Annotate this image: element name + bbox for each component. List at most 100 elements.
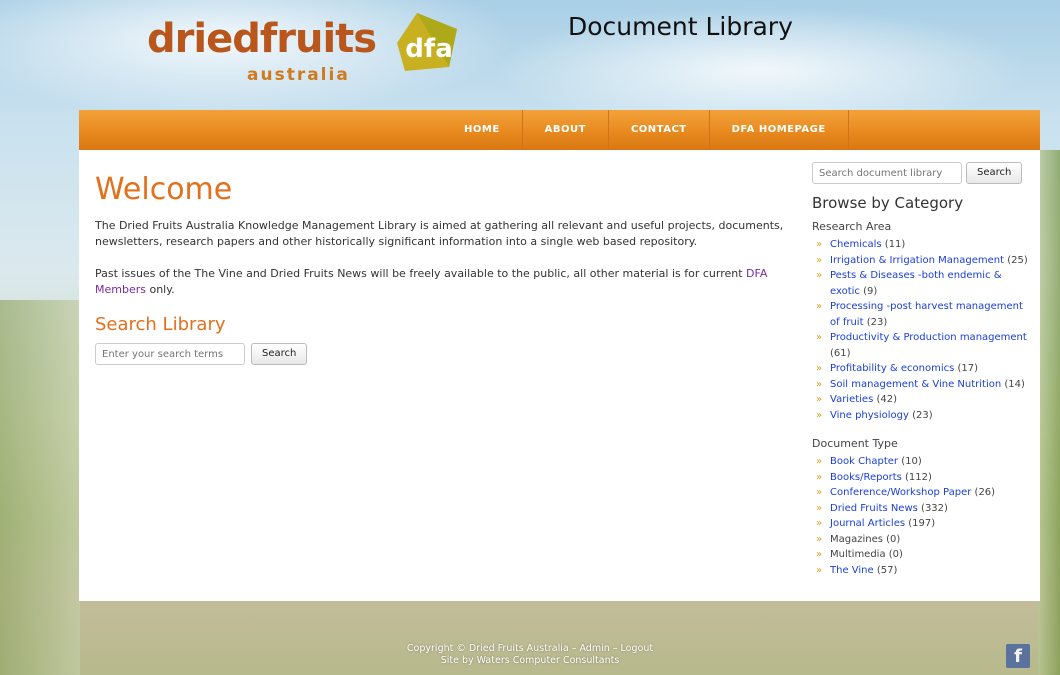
category-link[interactable]: Books/Reports [830, 472, 902, 483]
category-link[interactable]: Conference/Workshop Paper [830, 487, 971, 498]
library-search-input[interactable] [95, 343, 245, 365]
browse-heading: Browse by Category [812, 194, 964, 212]
chevron-right-icon: » [816, 564, 823, 576]
category-link[interactable]: Soil management & Vine Nutrition [830, 379, 1001, 390]
chevron-right-icon: » [816, 549, 823, 560]
list-item: » Conference/Workshop Paper (26) [812, 485, 1032, 501]
nav-about[interactable]: ABOUT [523, 110, 609, 150]
category-count: (17) [957, 363, 979, 374]
search-library-heading: Search Library [95, 314, 226, 335]
list-item: » Processing -post harvest management of … [812, 299, 1032, 330]
nav-home[interactable]: HOME [441, 110, 523, 150]
list-item: » Books/Reports (112) [812, 470, 1032, 486]
main-column: Welcome The Dried Fruits Australia Knowl… [95, 170, 785, 365]
chevron-right-icon: » [816, 533, 823, 545]
page-title: Document Library [568, 12, 793, 41]
document-type-label: Document Type [812, 437, 898, 450]
category-link: Multimedia [830, 549, 886, 560]
category-link[interactable]: Pests & Diseases -both endemic & exotic [830, 270, 1002, 297]
footer-credit: Site by Waters Computer Consultants [440, 655, 620, 666]
footer: Copyright © Dried Fruits Australia – Adm… [0, 643, 1060, 667]
list-item: » Chemicals (11) [812, 237, 1032, 253]
category-link[interactable]: Varieties [830, 394, 873, 405]
list-item: » Dried Fruits News (332) [812, 501, 1032, 517]
category-count: (9) [863, 285, 878, 297]
library-search-form: Search [95, 343, 785, 365]
category-count: (23) [912, 409, 933, 421]
list-item: » Profitability & economics (17) [812, 361, 1032, 377]
logo-wordmark: driedfruits [147, 16, 377, 62]
chevron-right-icon: » [816, 378, 823, 390]
category-link[interactable]: Vine physiology [830, 410, 909, 421]
category-link[interactable]: Dried Fruits News [830, 503, 918, 514]
category-count: (61) [830, 347, 851, 359]
category-link[interactable]: Journal Articles [830, 518, 905, 529]
logo-subtitle: australia [247, 65, 350, 85]
list-item: » Book Chapter (10) [812, 454, 1032, 470]
document-type-list: » Book Chapter (10) » Books/Reports (112) » C… [812, 454, 1032, 578]
chevron-right-icon: » [816, 363, 823, 374]
nav-menu: HOME ABOUT CONTACT DFA HOMEPAGE [441, 110, 849, 150]
category-link[interactable]: Profitability & economics [830, 363, 954, 374]
nav-dfa-homepage[interactable]: DFA HOMEPAGE [710, 110, 849, 150]
category-count: (26) [974, 487, 996, 498]
list-item: » Productivity & Production management (6… [812, 330, 1032, 361]
background-foliage-right [1038, 150, 1060, 675]
access-paragraph: Past issues of the The Vine and Dried Fr… [95, 266, 785, 298]
category-count: (42) [876, 394, 898, 405]
chevron-right-icon: » [816, 471, 823, 483]
list-item: » Varieties (42) [812, 392, 1032, 408]
list-item: » Journal Articles (197) [812, 516, 1032, 532]
category-link[interactable]: Productivity & Production management [830, 332, 1027, 343]
logo-mark-text: dfa [405, 34, 452, 64]
chevron-right-icon: » [816, 239, 823, 250]
category-count: (14) [1004, 378, 1025, 390]
category-count: (332) [921, 502, 948, 514]
chevron-right-icon: » [816, 518, 823, 529]
site-logo[interactable]: driedfruits australia dfa [147, 13, 457, 85]
category-link: Magazines [830, 533, 883, 545]
list-item: » Soil management & Vine Nutrition (14) [812, 377, 1032, 393]
list-item: » The Vine (57) [812, 563, 1032, 579]
sidebar-search-form: Search [812, 162, 1032, 184]
list-item: » Magazines (0) [812, 532, 1032, 548]
library-search-button[interactable]: Search [251, 343, 308, 365]
facebook-icon[interactable]: f [1006, 644, 1030, 668]
research-area-label: Research Area [812, 220, 892, 233]
list-item: » Multimedia (0) [812, 547, 1032, 563]
intro-paragraph: The Dried Fruits Australia Knowledge Man… [95, 219, 784, 248]
background-foliage-left [0, 300, 80, 675]
chevron-right-icon: » [816, 394, 823, 405]
category-count: (112) [905, 471, 932, 483]
content-panel: Welcome The Dried Fruits Australia Knowl… [79, 150, 1040, 601]
category-link[interactable]: Chemicals [830, 239, 882, 250]
chevron-right-icon: » [816, 456, 823, 467]
category-link[interactable]: Irrigation & Irrigation Management [830, 255, 1004, 266]
list-item: » Vine physiology (23) [812, 408, 1032, 424]
chevron-right-icon: » [816, 270, 823, 281]
category-count: (0) [886, 533, 901, 545]
footer-copyright: Copyright © Dried Fruits Australia – Adm… [406, 643, 654, 654]
chevron-right-icon: » [816, 301, 823, 312]
category-count: (25) [1007, 254, 1028, 266]
category-count: (11) [884, 239, 906, 250]
research-area-list: » Chemicals (11) » Irrigation & Irrigation … [812, 237, 1032, 423]
welcome-heading: Welcome [95, 172, 233, 207]
chevron-right-icon: » [816, 409, 823, 421]
sidebar-search-button[interactable]: Search [966, 162, 1023, 184]
category-count: (23) [866, 316, 888, 328]
category-count: (0) [888, 549, 903, 560]
chevron-right-icon: » [816, 332, 823, 343]
category-link[interactable]: Processing -post harvest management of f… [830, 301, 1023, 328]
category-link[interactable]: The Vine [830, 565, 874, 576]
chevron-right-icon: » [816, 502, 823, 514]
category-count: (57) [876, 564, 898, 576]
category-link[interactable]: Book Chapter [830, 456, 898, 467]
access-text-pre: Past issues of the The Vine and Dried Fr… [95, 267, 747, 280]
nav-contact[interactable]: CONTACT [609, 110, 710, 150]
sidebar: Search Browse by Category Research Area … [812, 162, 1032, 592]
chevron-right-icon: » [816, 254, 823, 266]
list-item: » Irrigation & Irrigation Management (25) [812, 253, 1032, 269]
category-count: (197) [908, 518, 936, 529]
sidebar-search-input[interactable] [812, 162, 962, 184]
